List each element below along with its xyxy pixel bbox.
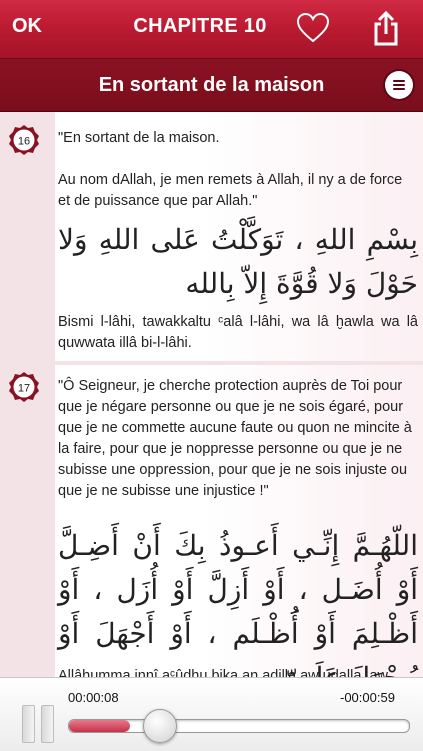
share-icon[interactable] [370, 10, 402, 46]
content-area[interactable]: 16 "En sortant de la maison. Au nom dAll… [0, 112, 423, 677]
pause-icon[interactable] [22, 705, 54, 743]
french-text: "Ô Seigneur, je cherche protection auprè… [58, 378, 412, 499]
page-title: CHAPITRE 10 [133, 15, 267, 37]
entry-number: 16 [18, 136, 30, 148]
transliteration-text: Bismi l-lâhi, tawakkaltu ᶜalâ l-lâhi, wa… [58, 314, 418, 351]
ok-button[interactable]: OK [12, 15, 42, 38]
heart-outline-icon[interactable] [296, 12, 330, 44]
slider-thumb[interactable] [143, 709, 178, 743]
transliteration-text: Allâhumma innî aᶜûdhu bika an adilla aw … [58, 668, 388, 677]
arabic-text: بِسْمِ اللهِ ، تَوَكَّلْتُ عَلى اللهِ وَ… [58, 223, 418, 300]
section-title: En sortant de la maison [98, 74, 325, 96]
entry-number-badge: 16 [8, 124, 40, 156]
audio-player: 00:00:08 -00:00:59 [0, 677, 423, 751]
progress-slider[interactable] [68, 719, 410, 733]
section-header: En sortant de la maison [0, 59, 423, 112]
entry-number-badge: 17 [8, 371, 40, 403]
arabic-text: اللّهُـمَّ إِنِّـي أَعـوذُ بِكَ أَنْ أَض… [58, 529, 418, 677]
elapsed-time: 00:00:08 [68, 690, 119, 705]
french-text: "En sortant de la maison. Au nom dAllah,… [58, 130, 403, 209]
top-nav-bar: OK CHAPITRE 10 [0, 0, 423, 59]
menu-icon[interactable] [385, 71, 413, 99]
remaining-time: -00:00:59 [340, 690, 395, 705]
entry-number: 17 [18, 383, 30, 395]
progress-fill [69, 720, 131, 732]
